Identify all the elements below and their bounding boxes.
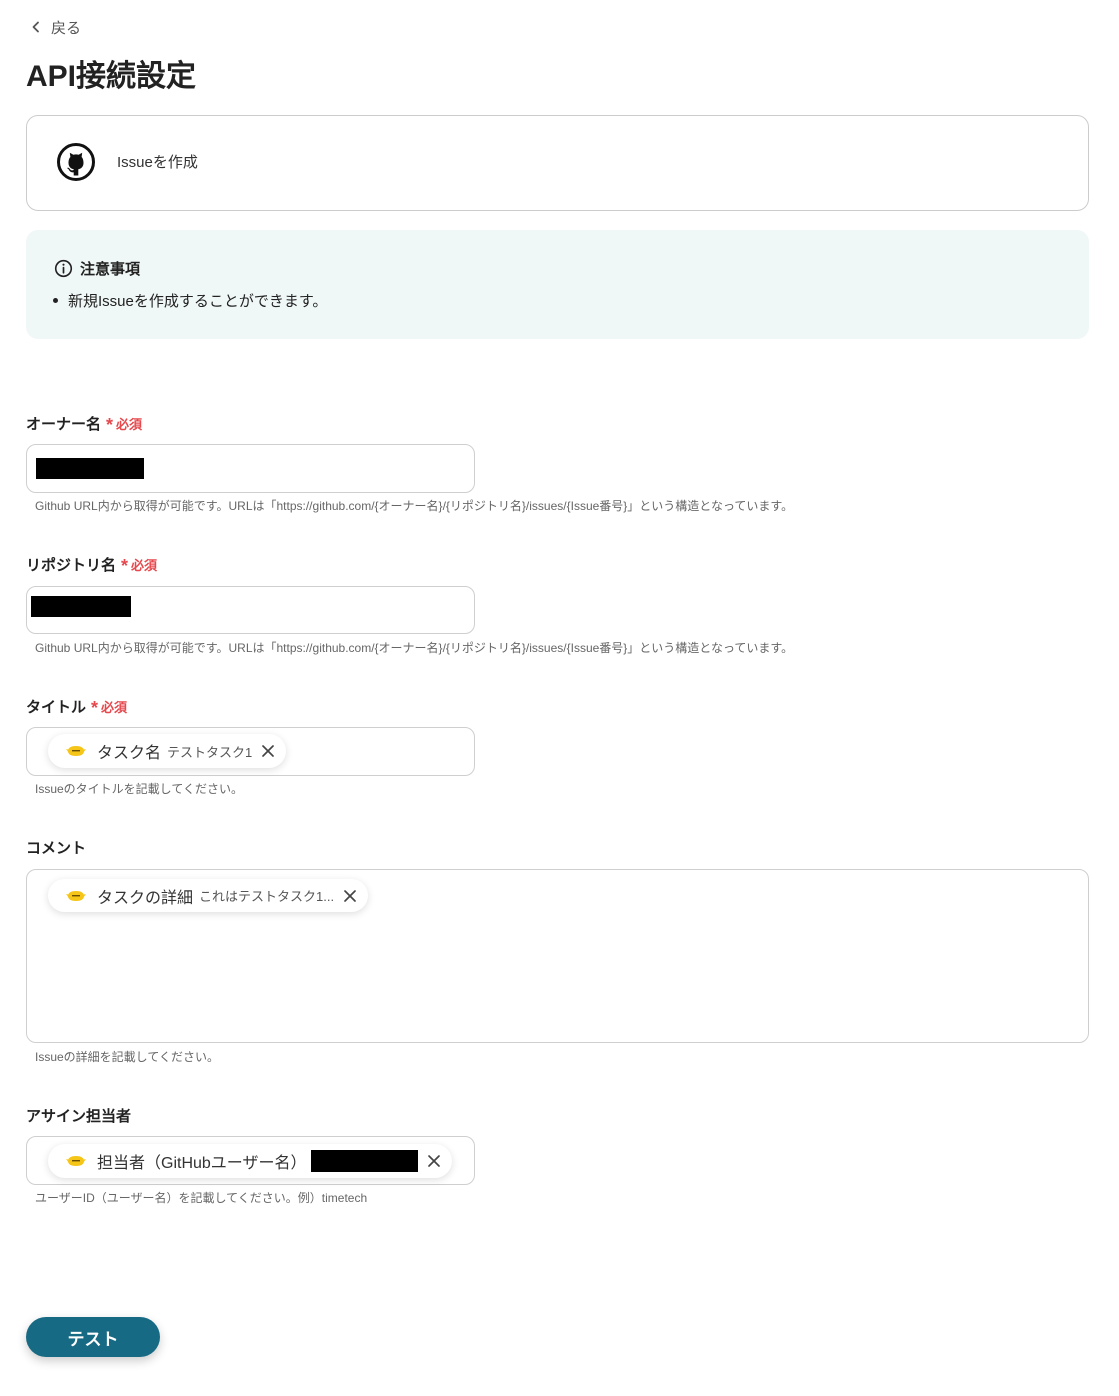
app-logo-icon bbox=[66, 1156, 86, 1166]
repository-input[interactable] bbox=[26, 586, 475, 634]
close-icon[interactable] bbox=[261, 744, 275, 758]
chip-name: 担当者（GitHubユーザー名） bbox=[97, 1155, 307, 1172]
repository-help: Github URL内から取得が可能です。URLは「https://github… bbox=[35, 641, 794, 655]
comment-textarea[interactable]: タスクの詳細 これはテストタスク1... bbox=[26, 869, 1089, 1043]
close-icon[interactable] bbox=[343, 889, 357, 903]
comment-label: コメント bbox=[26, 837, 86, 857]
required-mark: * bbox=[91, 698, 99, 718]
notice-heading: 注意事項 bbox=[54, 258, 140, 278]
required-mark: * bbox=[121, 556, 129, 576]
notice-item-text: 新規Issueを作成することができます。 bbox=[68, 292, 328, 310]
title-input[interactable]: タスク名 テストタスク1 bbox=[26, 727, 475, 776]
redacted-value bbox=[311, 1150, 419, 1172]
repository-label-text: リポジトリ名 bbox=[26, 556, 117, 574]
assignee-label-text: アサイン担当者 bbox=[26, 1107, 132, 1125]
owner-label: オーナー名 * 必須 bbox=[26, 413, 143, 435]
page-title: API接続設定 bbox=[26, 60, 197, 93]
variable-chip[interactable]: 担当者（GitHubユーザー名） bbox=[48, 1144, 453, 1178]
notice-box: 注意事項 新規Issueを作成することができます。 bbox=[26, 230, 1089, 339]
assignee-input[interactable]: 担当者（GitHubユーザー名） bbox=[26, 1136, 475, 1185]
chevron-left-icon bbox=[32, 21, 39, 33]
variable-chip[interactable]: タスク名 テストタスク1 bbox=[48, 734, 287, 768]
comment-label-text: コメント bbox=[26, 839, 87, 857]
required-label: 必須 bbox=[116, 416, 143, 432]
chip-value: これはテストタスク1... bbox=[199, 889, 335, 904]
app-logo-icon bbox=[66, 746, 86, 756]
comment-help: Issueの詳細を記載してください。 bbox=[35, 1050, 219, 1064]
owner-input[interactable] bbox=[26, 444, 475, 493]
notice-item: 新規Issueを作成することができます。 bbox=[53, 290, 327, 310]
app-logo-icon bbox=[66, 890, 86, 901]
title-label-text: タイトル bbox=[26, 698, 87, 716]
back-label: 戻る bbox=[51, 19, 82, 37]
assignee-help: ユーザーID（ユーザー名）を記載してください。例）timetech bbox=[35, 1191, 368, 1205]
redacted-value bbox=[36, 458, 144, 479]
variable-chip[interactable]: タスクの詳細 これはテストタスク1... bbox=[48, 879, 369, 912]
chip-name: タスクの詳細 bbox=[97, 889, 194, 907]
action-label: Issueを作成 bbox=[117, 154, 198, 171]
owner-help: Github URL内から取得が可能です。URLは「https://github… bbox=[35, 499, 794, 513]
required-label: 必須 bbox=[131, 557, 158, 573]
info-icon bbox=[54, 259, 73, 277]
notice-heading-text: 注意事項 bbox=[80, 260, 141, 278]
chip-name: タスク名 bbox=[97, 745, 162, 762]
back-link[interactable]: 戻る bbox=[30, 16, 81, 38]
test-button[interactable]: テスト bbox=[26, 1317, 160, 1357]
repository-label: リポジトリ名 * 必須 bbox=[26, 554, 158, 576]
redacted-value bbox=[31, 596, 131, 617]
title-label: タイトル * 必須 bbox=[26, 696, 128, 718]
required-mark: * bbox=[106, 415, 114, 435]
bullet bbox=[53, 297, 58, 303]
required-label: 必須 bbox=[101, 699, 128, 715]
assignee-label: アサイン担当者 bbox=[26, 1105, 131, 1125]
github-icon bbox=[57, 143, 95, 181]
owner-label-text: オーナー名 bbox=[26, 415, 102, 433]
action-card: Issueを作成 bbox=[26, 115, 1089, 211]
title-help: Issueのタイトルを記載してください。 bbox=[35, 782, 243, 796]
chip-value: テストタスク1 bbox=[167, 744, 253, 760]
close-icon[interactable] bbox=[427, 1154, 441, 1168]
